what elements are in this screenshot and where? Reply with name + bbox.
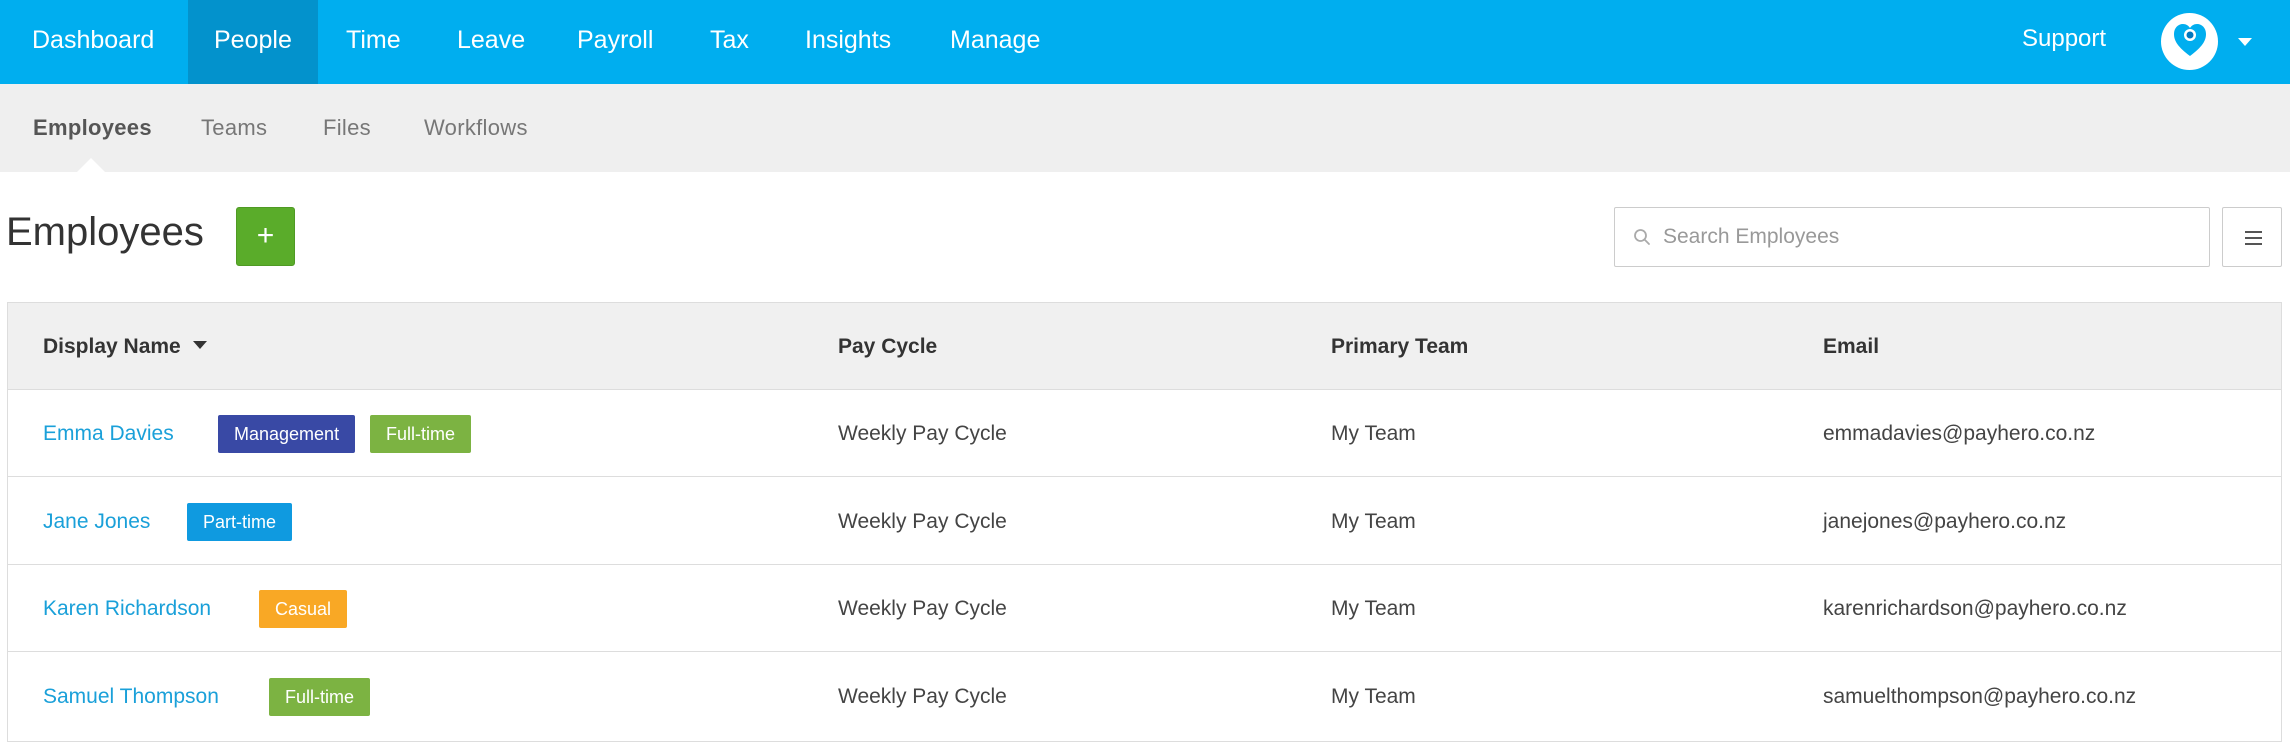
primary-team-cell: My Team (1331, 685, 1416, 708)
payhero-heart-icon (2174, 24, 2206, 56)
nav-dashboard[interactable]: Dashboard (0, 0, 186, 84)
hamburger-menu-icon (2245, 231, 2262, 233)
tag-badge: Full-time (269, 678, 371, 716)
tag-badge: Full-time (370, 415, 472, 453)
nav-insights[interactable]: Insights (805, 0, 891, 84)
sub-nav: Employees Teams Files Workflows (0, 84, 2290, 172)
sort-desc-icon (192, 341, 207, 350)
table-row[interactable]: Emma Davies Management Full-time Weekly … (8, 390, 2281, 477)
search-input[interactable] (1663, 209, 2193, 265)
tag-badge: Part-time (187, 503, 293, 541)
column-header-pay-cycle[interactable]: Pay Cycle (838, 303, 937, 390)
nav-time[interactable]: Time (346, 0, 401, 84)
employee-name-link[interactable]: Karen Richardson (43, 597, 211, 620)
subnav-workflows[interactable]: Workflows (424, 84, 528, 172)
pay-cycle-cell: Weekly Pay Cycle (838, 597, 1007, 620)
table-row[interactable]: Karen Richardson Casual Weekly Pay Cycle… (8, 565, 2281, 652)
active-tab-pointer (77, 158, 105, 172)
search-box (1614, 207, 2210, 267)
top-nav: Dashboard People Time Leave Payroll Tax … (0, 0, 2290, 84)
nav-manage[interactable]: Manage (950, 0, 1040, 84)
nav-people[interactable]: People (188, 0, 318, 84)
primary-team-cell: My Team (1331, 510, 1416, 533)
employee-name-link[interactable]: Jane Jones (43, 510, 150, 533)
subnav-files[interactable]: Files (323, 84, 371, 172)
column-header-email[interactable]: Email (1823, 303, 1879, 390)
pay-cycle-cell: Weekly Pay Cycle (838, 685, 1007, 708)
support-link[interactable]: Support (2022, 0, 2106, 84)
avatar[interactable] (2161, 13, 2218, 70)
column-header-primary-team[interactable]: Primary Team (1331, 303, 1468, 390)
primary-team-cell: My Team (1331, 597, 1416, 620)
email-cell: janejones@payhero.co.nz (1823, 510, 2067, 533)
table-row[interactable]: Jane Jones Part-time Weekly Pay Cycle My… (8, 478, 2281, 565)
table-header: Display Name Pay Cycle Primary Team Emai… (8, 303, 2281, 390)
employees-table: Display Name Pay Cycle Primary Team Emai… (7, 302, 2282, 742)
employee-name-link[interactable]: Samuel Thompson (43, 685, 219, 708)
search-icon (1633, 228, 1651, 251)
nav-tax[interactable]: Tax (710, 0, 749, 84)
column-header-display-name[interactable]: Display Name (43, 303, 207, 390)
add-employee-button[interactable]: + (236, 207, 295, 266)
nav-leave[interactable]: Leave (457, 0, 525, 84)
table-row[interactable]: Samuel Thompson Full-time Weekly Pay Cyc… (8, 653, 2281, 740)
employee-name-link[interactable]: Emma Davies (43, 422, 174, 445)
options-menu-button[interactable] (2222, 207, 2282, 267)
pay-cycle-cell: Weekly Pay Cycle (838, 422, 1007, 445)
account-dropdown-chevron-down-icon[interactable] (2238, 38, 2252, 46)
primary-team-cell: My Team (1331, 422, 1416, 445)
email-cell: emmadavies@payhero.co.nz (1823, 422, 2096, 445)
subnav-teams[interactable]: Teams (201, 84, 267, 172)
email-cell: samuelthompson@payhero.co.nz (1823, 685, 2137, 708)
tag-badge: Management (218, 415, 356, 453)
page-title: Employees (6, 210, 204, 254)
tag-badge: Casual (259, 590, 348, 628)
nav-payroll[interactable]: Payroll (577, 0, 653, 84)
pay-cycle-cell: Weekly Pay Cycle (838, 510, 1007, 533)
email-cell: karenrichardson@payhero.co.nz (1823, 597, 2127, 620)
